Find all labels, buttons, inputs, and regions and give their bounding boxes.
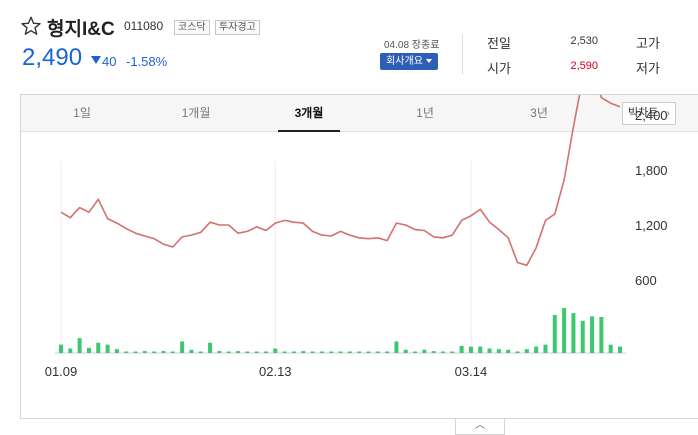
volume-bar — [422, 349, 427, 353]
volume-bar — [413, 351, 418, 353]
volume-bar — [338, 351, 343, 353]
x-tick-label: 03.14 — [455, 364, 488, 379]
company-overview-label: 회사개요 — [386, 56, 423, 67]
volume-bar — [319, 351, 324, 353]
volume-bar — [580, 320, 585, 353]
volume-bar — [59, 344, 63, 353]
volume-bar — [254, 351, 259, 353]
volume-bar — [459, 345, 464, 353]
company-overview-button[interactable]: 회사개요 — [380, 53, 438, 70]
expand-chart-handle[interactable]: ︿ — [455, 419, 505, 435]
volume-bar — [357, 351, 362, 353]
volume-bar — [189, 349, 194, 353]
volume-bar — [124, 351, 129, 353]
stock-code: 011080 — [124, 19, 164, 33]
volume-bar — [96, 342, 101, 353]
stock-name: 형지I&C — [47, 19, 115, 40]
volume-bar — [236, 351, 241, 353]
investment-warning-tag: 투자경고 — [215, 20, 260, 35]
volume-bar — [114, 349, 119, 353]
volume-bar — [431, 351, 436, 353]
price-change-value: 40 — [102, 54, 117, 69]
y-tick-label: 1,800 — [635, 163, 668, 178]
volume-bar — [590, 316, 595, 353]
open-price-label: 시가 — [487, 61, 511, 76]
volume-bar — [515, 351, 520, 353]
price-chart: 01.0902.1303.143,0002,4001,8001,200600 — [45, 95, 668, 379]
volume-bar — [478, 346, 483, 353]
volume-bar — [506, 349, 511, 353]
open-price-value: 2,590 — [570, 60, 598, 72]
favorite-star-icon[interactable] — [20, 15, 42, 37]
volume-bar — [450, 351, 455, 353]
volume-bar — [291, 351, 296, 353]
caret-down-icon — [425, 59, 432, 64]
volume-bar — [226, 351, 231, 353]
volume-bar — [534, 346, 539, 353]
volume-bar — [496, 349, 501, 353]
volume-bar — [487, 348, 492, 353]
high-price-label: 고가 — [636, 36, 660, 51]
volume-bar — [543, 344, 548, 353]
volume-bar — [618, 346, 622, 353]
volume-bar — [440, 351, 445, 353]
prev-close-label: 전일 — [487, 36, 511, 51]
market-tag: 코스닥 — [174, 20, 210, 35]
volume-bar — [608, 344, 613, 353]
volume-bar — [385, 351, 390, 353]
market-date-status: 04.08 장종료 — [384, 40, 440, 51]
volume-bar — [562, 308, 567, 353]
chevron-up-icon: ︿ — [475, 420, 485, 431]
volume-bar — [133, 351, 138, 353]
volume-bar — [208, 342, 213, 353]
volume-bar — [524, 349, 529, 353]
volume-bar — [217, 351, 222, 353]
volume-bar — [468, 346, 473, 353]
volume-bar — [301, 351, 306, 353]
volume-bar — [273, 348, 278, 353]
volume-bar — [77, 338, 82, 353]
volume-bar — [161, 351, 166, 353]
volume-bar — [198, 351, 203, 353]
y-tick-label: 600 — [635, 273, 657, 288]
price-change-rate: -1.58% — [126, 54, 168, 69]
prev-close-value: 2,530 — [570, 35, 598, 47]
volume-bar — [282, 351, 287, 353]
volume-bar — [571, 313, 576, 353]
volume-bar — [310, 351, 315, 353]
volume-bar — [180, 341, 185, 353]
volume-bar — [394, 341, 399, 353]
volume-bar — [347, 351, 352, 353]
volume-bar — [329, 351, 334, 353]
volume-bar — [552, 315, 557, 353]
volume-bar — [105, 344, 110, 353]
volume-bar — [375, 351, 380, 353]
volume-bar — [152, 351, 157, 353]
volume-bar — [366, 351, 371, 353]
info-divider — [462, 34, 463, 74]
down-arrow-icon — [91, 56, 101, 64]
y-tick-label: 1,200 — [635, 218, 668, 233]
volume-bar — [170, 351, 175, 353]
price-line — [60, 95, 621, 267]
current-price: 2,490 — [22, 44, 83, 71]
x-tick-label: 02.13 — [259, 364, 292, 379]
y-tick-label: 2,400 — [635, 108, 668, 123]
volume-bar — [263, 351, 268, 353]
volume-bar — [86, 347, 91, 353]
volume-bar — [599, 317, 604, 353]
volume-bar — [403, 349, 408, 353]
volume-bar — [68, 348, 73, 353]
volume-bar — [142, 351, 147, 353]
volume-bar — [245, 351, 250, 353]
low-price-label: 저가 — [636, 61, 660, 76]
x-tick-label: 01.09 — [45, 364, 78, 379]
chart-panel: 1일 1개월 3개월 1년 3년 빅차트› 01.0902.1303.143,0… — [20, 94, 698, 419]
